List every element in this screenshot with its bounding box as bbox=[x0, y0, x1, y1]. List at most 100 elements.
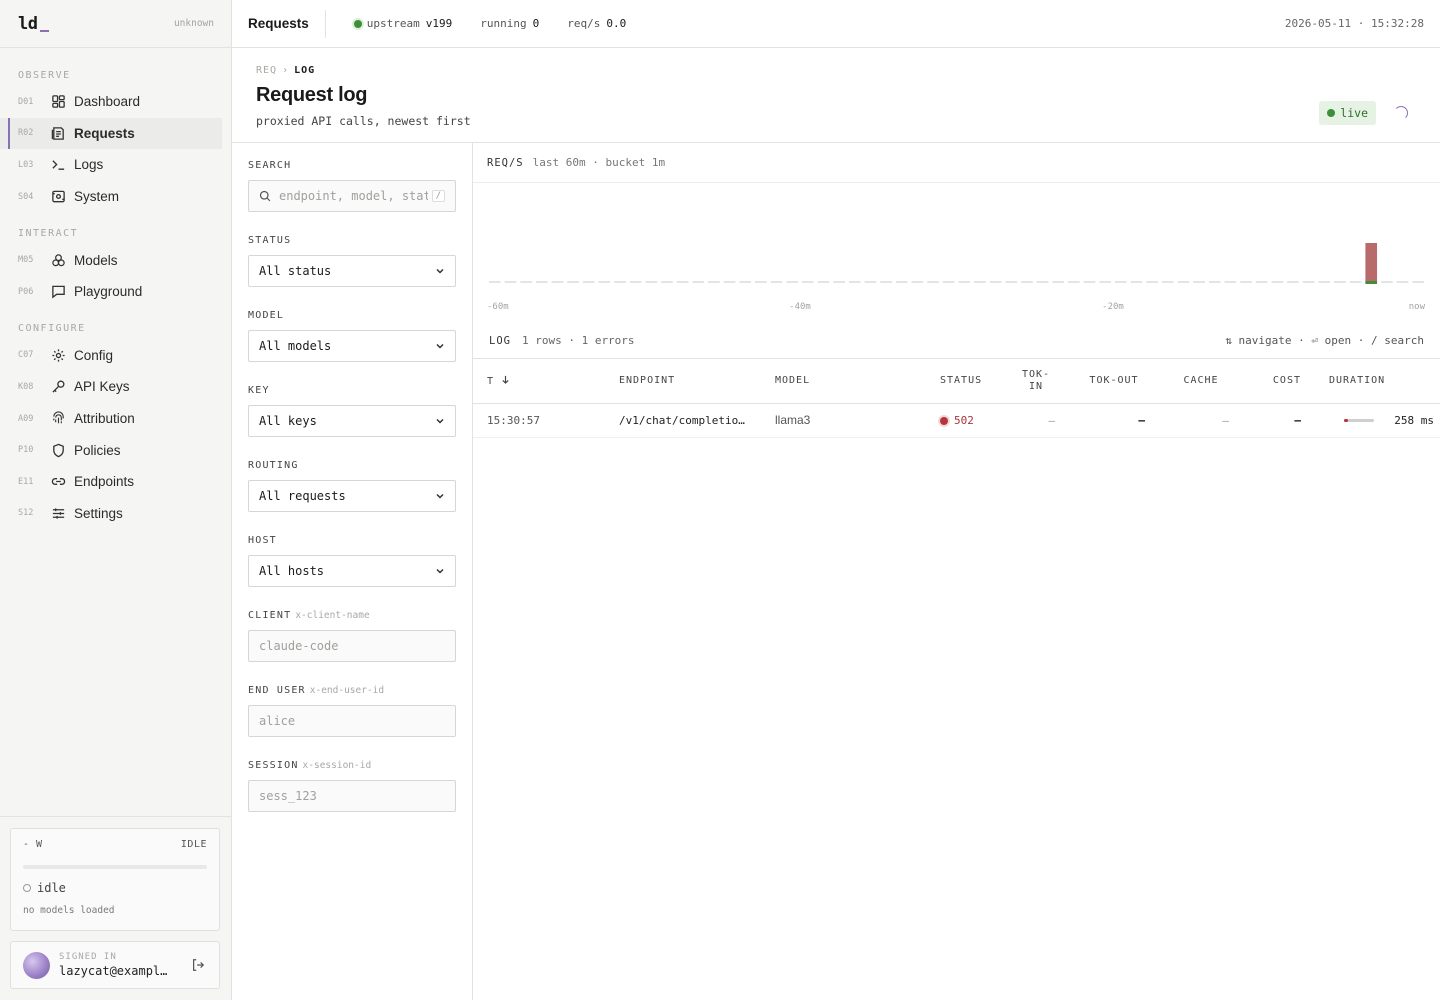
column-time[interactable]: T bbox=[473, 359, 605, 404]
column-status[interactable]: STATUS bbox=[926, 359, 1003, 404]
page-header: REQ › LOG Request log proxied API calls,… bbox=[232, 48, 1440, 143]
table-header-row: T ENDPOINT MODEL STATUS TOK-IN TOK-OUT C… bbox=[473, 359, 1440, 404]
sidebar-item-attribution[interactable]: A09 Attribution bbox=[0, 403, 222, 435]
client-label-text: CLIENT bbox=[248, 610, 292, 621]
chart-x-tick-label: -40m bbox=[789, 302, 811, 312]
sidebar-item-settings[interactable]: S12 Settings bbox=[0, 498, 222, 530]
session-hint: x-session-id bbox=[302, 760, 372, 771]
end-user-label-text: END USER bbox=[248, 685, 306, 696]
sidebar-item-playground[interactable]: P06 Playground bbox=[0, 276, 222, 308]
chevron-down-icon bbox=[436, 568, 444, 574]
live-dot-icon bbox=[1327, 109, 1336, 117]
chart-bar[interactable] bbox=[1365, 281, 1378, 284]
cell-tok-out: — bbox=[1069, 403, 1159, 438]
app-root: ld unknown OBSERVE D01 Dashboard R02 Req… bbox=[0, 0, 1440, 1000]
chart-bar[interactable] bbox=[1365, 243, 1378, 282]
breadcrumb-root[interactable]: REQ bbox=[256, 65, 277, 76]
chart-bucket-baseline bbox=[567, 281, 579, 283]
request-table: T ENDPOINT MODEL STATUS TOK-IN TOK-OUT C… bbox=[473, 359, 1440, 438]
sidebar-nav: OBSERVE D01 Dashboard R02 Requests L03 L… bbox=[0, 48, 231, 529]
end-user-input[interactable]: alice bbox=[248, 705, 456, 737]
sidebar-item-label: Logs bbox=[74, 157, 104, 173]
nav-code: P10 bbox=[18, 445, 34, 456]
sidebar-item-policies[interactable]: P10 Policies bbox=[0, 434, 222, 466]
chart-bucket-baseline bbox=[1115, 281, 1127, 283]
shield-icon bbox=[50, 442, 66, 458]
log-meta: 1 rows · 1 errors bbox=[521, 334, 635, 347]
chart-bucket-baseline bbox=[755, 281, 767, 283]
cell-cost: — bbox=[1243, 403, 1315, 438]
client-filter-label: CLIENT x-client-name bbox=[248, 610, 456, 621]
column-cache[interactable]: CACHE bbox=[1159, 359, 1243, 404]
routing-select[interactable]: All requests bbox=[248, 480, 456, 512]
sidebar-item-system[interactable]: S04 System bbox=[0, 181, 222, 213]
chart-meta: last 60m · bucket 1m bbox=[532, 156, 666, 169]
keyboard-shortcuts-hint: ⇅ navigate · ⏎ open · / search bbox=[1225, 334, 1424, 347]
avatar[interactable] bbox=[23, 951, 50, 979]
log-label: LOG bbox=[489, 334, 511, 347]
client-input[interactable]: claude-code bbox=[248, 630, 456, 662]
brand-logo[interactable]: ld bbox=[18, 14, 50, 34]
cell-status: 502 bbox=[926, 403, 1003, 438]
cell-duration: 258 ms bbox=[1315, 403, 1440, 438]
chart-bucket-baseline bbox=[1208, 281, 1221, 283]
chart-bucket-baseline bbox=[1083, 281, 1096, 283]
chart-bucket-baseline bbox=[551, 281, 564, 283]
nav-code: P06 bbox=[18, 286, 34, 297]
chart-bucket-baseline bbox=[1271, 281, 1284, 283]
logout-button[interactable] bbox=[189, 956, 207, 974]
chart-bucket-baseline bbox=[1302, 281, 1315, 283]
logout-icon bbox=[193, 959, 205, 971]
chart-bucket-baseline bbox=[989, 281, 1002, 283]
chart-bucket-baseline bbox=[1099, 281, 1111, 283]
search-input[interactable]: endpoint, model, stat / bbox=[248, 180, 456, 212]
sidebar-item-logs[interactable]: L03 Logs bbox=[0, 149, 222, 181]
session-filter-label: SESSION x-session-id bbox=[248, 760, 456, 771]
column-model[interactable]: MODEL bbox=[761, 359, 926, 404]
chart-bucket-baseline bbox=[1318, 281, 1331, 283]
column-duration[interactable]: DURATION bbox=[1315, 359, 1440, 404]
chart-bucket-baseline bbox=[1068, 281, 1080, 283]
loading-spinner-icon bbox=[1394, 106, 1408, 120]
chart-bucket-baseline bbox=[1130, 281, 1143, 283]
terminal-icon bbox=[50, 157, 66, 173]
nav-code: S04 bbox=[18, 191, 34, 202]
column-cost[interactable]: COST bbox=[1243, 359, 1315, 404]
session-input[interactable]: sess_123 bbox=[248, 780, 456, 812]
gpu-usage-bar bbox=[23, 865, 207, 869]
sidebar-item-models[interactable]: M05 Models bbox=[0, 244, 222, 276]
chart-x-tick-label: now bbox=[1409, 302, 1426, 312]
breadcrumb-separator: › bbox=[282, 65, 290, 76]
column-tok-out[interactable]: TOK-OUT bbox=[1069, 359, 1159, 404]
gear-icon bbox=[50, 347, 66, 363]
status-select[interactable]: All status bbox=[248, 255, 456, 287]
sidebar-item-api-keys[interactable]: K08 API Keys bbox=[0, 371, 222, 403]
gpu-status-text: idle bbox=[37, 881, 66, 895]
live-label: live bbox=[1340, 106, 1368, 120]
key-select[interactable]: All keys bbox=[248, 405, 456, 437]
search-shortcut-key: / bbox=[431, 190, 445, 202]
sidebar-item-endpoints[interactable]: E11 Endpoints bbox=[0, 466, 222, 498]
chart-bucket-baseline bbox=[770, 281, 783, 283]
chart-bucket-baseline bbox=[1036, 281, 1049, 283]
sidebar-item-requests[interactable]: R02 Requests bbox=[0, 117, 222, 150]
status-dot-icon bbox=[353, 19, 362, 28]
table-row[interactable]: 15:30:57 /v1/chat/completio… llama3 502 … bbox=[473, 403, 1440, 438]
filters-panel: SEARCH endpoint, model, stat / STATUS Al… bbox=[232, 143, 473, 1000]
model-select[interactable]: All models bbox=[248, 330, 456, 362]
sidebar-item-dashboard[interactable]: D01 Dashboard bbox=[0, 86, 222, 118]
column-tok-in[interactable]: TOK-IN bbox=[1003, 359, 1069, 404]
breadcrumb-current: LOG bbox=[294, 65, 316, 76]
reqs-status: req/s 0.0 bbox=[567, 17, 626, 30]
reqs-value: 0.0 bbox=[606, 17, 627, 30]
chart-bucket-baseline bbox=[535, 281, 548, 283]
chart-bucket-baseline bbox=[895, 281, 908, 283]
nav-group-label: CONFIGURE bbox=[18, 323, 86, 335]
host-select[interactable]: All hosts bbox=[248, 555, 456, 587]
top-bar-datetime: 2026-05-11 · 15:32:28 bbox=[1284, 17, 1424, 30]
live-toggle[interactable]: live bbox=[1319, 101, 1376, 125]
sidebar-item-config[interactable]: C07 Config bbox=[0, 340, 222, 372]
nav-code: L03 bbox=[18, 159, 34, 170]
column-endpoint[interactable]: ENDPOINT bbox=[605, 359, 761, 404]
fingerprint-icon bbox=[50, 411, 66, 427]
